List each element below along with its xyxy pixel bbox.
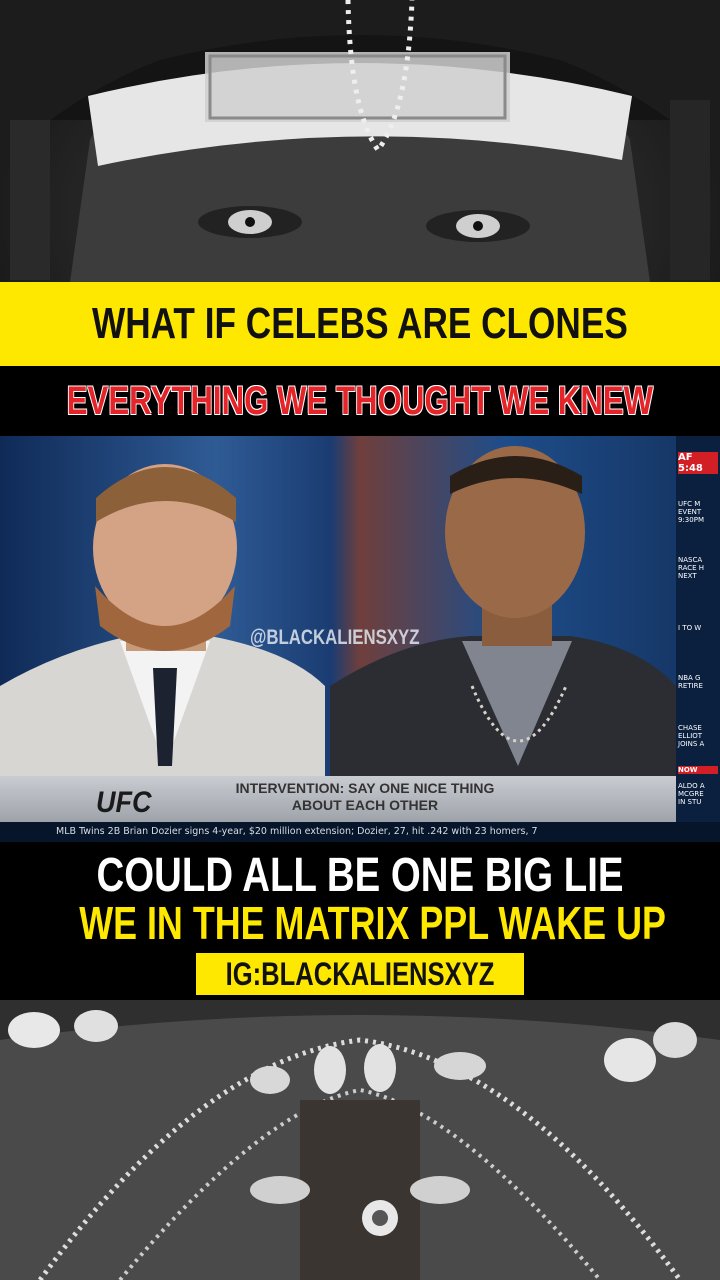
sidebar-item: AF 5:48: [678, 452, 718, 474]
top-portrait-image: [0, 0, 720, 282]
bottom-necklace-image: [0, 1000, 720, 1280]
sidebar-now-badge: NOW: [678, 766, 718, 774]
sidebar-item: CHASE ELLIOT JOINS A: [678, 724, 705, 748]
subheadline-text: EVERYTHING WE THOUGHT WE KNEW: [66, 378, 654, 423]
news-ticker: MLB Twins 2B Brian Dozier signs 4-year, …: [0, 822, 720, 842]
ufc-logo: UFC: [96, 786, 152, 819]
instagram-handle-text: IG:BLACKALIENSXYZ: [225, 955, 495, 992]
lower-third-line2: ABOUT EACH OTHER: [291, 797, 439, 813]
headline-text: WHAT IF CELEBS ARE CLONES: [92, 299, 628, 348]
subheadline-banner: EVERYTHING WE THOUGHT WE KNEW: [0, 366, 720, 436]
tv-sidebar: AF 5:48 UFC M EVENT 9:30PM NASCA RACE H …: [676, 436, 720, 822]
sidebar-item: NASCA RACE H NEXT: [678, 556, 705, 580]
sidebar-item: NBA G RETIRE: [678, 674, 703, 690]
headline-banner: WHAT IF CELEBS ARE CLONES: [0, 282, 720, 366]
face-illustration: [0, 0, 720, 282]
lower-third-line1: INTERVENTION: SAY ONE NICE THING: [235, 780, 495, 796]
video-watermark: @BLACKALIENSXYZ: [250, 626, 420, 649]
lower-third-text: INTERVENTION: SAY ONE NICE THING ABOUT E…: [200, 780, 530, 814]
instagram-handle-badge: IG:BLACKALIENSXYZ: [196, 953, 524, 995]
sidebar-item: I TO W: [678, 624, 702, 632]
shell-necklace-illustration: [0, 1000, 720, 1280]
caption-line-2: WE IN THE MATRIX PPL WAKE UP: [79, 897, 666, 949]
caption-line-1: COULD ALL BE ONE BIG LIE: [96, 849, 624, 902]
sidebar-item: ALDO A MCGRE IN STU: [678, 782, 705, 806]
tv-screenshot: @BLACKALIENSXYZ UFC INTERVENTION: SAY ON…: [0, 436, 720, 842]
sidebar-item: UFC M EVENT 9:30PM: [678, 500, 704, 524]
